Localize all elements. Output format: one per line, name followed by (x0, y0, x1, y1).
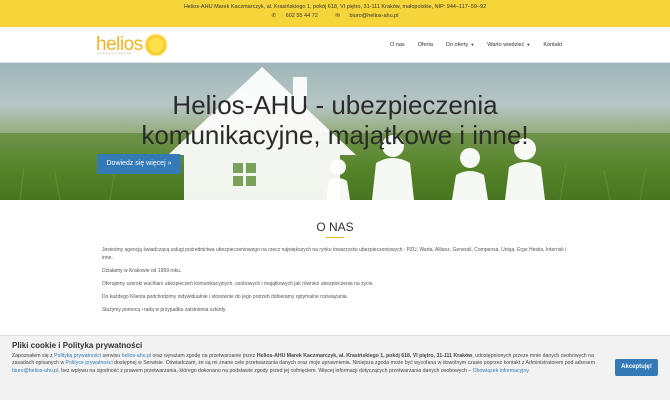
logo-subtext: ubezpieczenia (97, 51, 132, 55)
cookie-text-part: oraz wyrażam zgodę na przetwarzanie prze… (151, 353, 257, 359)
menu-item-kontakt[interactable]: Kontakt (543, 42, 562, 48)
top-info-bar: Helios-AHU Marek Kaczmarczyk, al. Krasiń… (0, 0, 670, 27)
main-menu: O nas Oferta Do oferty ▼ Warto wiedzieć ▼ … (377, 27, 562, 63)
learn-more-button[interactable]: Dowiedz się więcej » (97, 154, 181, 174)
information-obligation-link[interactable]: Obowiązek informacyjny (473, 368, 529, 374)
phone-icon: ✆ (271, 13, 277, 19)
email-contact[interactable]: ✉ biuro@helios-ahu.pl (331, 12, 402, 20)
about-paragraph: Działamy w Krakowie od 1999 roku. (102, 267, 182, 274)
email-address: biuro@helios-ahu.pl (349, 13, 399, 19)
main-navbar: helios ubezpieczenia O nas Oferta Do ofe… (0, 27, 670, 63)
menu-label: Do oferty (445, 42, 469, 48)
title-divider (326, 237, 344, 238)
cookie-title: Pliki cookie i Polityka prywatności (12, 341, 143, 350)
cookie-text-part: Zapoznałem się z (12, 353, 55, 359)
hero-title-line1: Helios-AHU - ubezpieczenia (172, 90, 498, 120)
menu-item-do-oferty[interactable]: Do oferty ▼ (446, 42, 474, 48)
privacy-policy-link-2[interactable]: Polityce prywatności (66, 360, 113, 366)
about-paragraph: Do każdego Klienta podchodzimy indywidua… (102, 293, 348, 300)
section-title-o-nas: O NAS (316, 220, 354, 234)
caret-down-icon: ▼ (470, 42, 475, 47)
hero-title-line2: komunikacyjne, majątkowe i inne! (141, 120, 529, 150)
caret-down-icon: ▼ (526, 42, 531, 47)
hero-title: Helios-AHU - ubezpieczenia komunikacyjne… (96, 90, 574, 150)
company-address: Helios-AHU Marek Kaczmarczyk, al. Krasiń… (183, 4, 487, 10)
phone-number: 602 55 44 72 (285, 13, 318, 19)
menu-label: Kontakt (543, 42, 562, 48)
envelope-icon: ✉ (335, 13, 340, 19)
about-paragraph: Służymy pomocą i radą w przypadku zaistn… (102, 306, 227, 313)
about-paragraph: Oferujemy szeroki wachlarz ubezpieczeń k… (102, 280, 374, 287)
menu-item-warto-wiedziec[interactable]: Warto wiedzieć ▼ (487, 42, 530, 48)
logo[interactable]: helios ubezpieczenia (96, 33, 166, 57)
menu-item-o-nas[interactable]: O nas (390, 42, 405, 48)
cookie-text-part: serwisu (101, 353, 122, 359)
sun-icon (145, 35, 166, 55)
hero-banner: Helios-AHU - ubezpieczenia komunikacyjne… (0, 63, 670, 200)
menu-label: Oferta (417, 42, 433, 48)
accept-cookies-button[interactable]: Akceptuję! (615, 359, 658, 376)
about-content: Jesteśmy agencją świadczącą usługi pośre… (102, 247, 570, 320)
cookie-text-part: . (528, 367, 530, 374)
menu-label: O nas (390, 42, 405, 48)
privacy-policy-link[interactable]: Polityką prywatności (54, 353, 101, 359)
company-name-bold: Helios-AHU Marek Kaczmarczyk, al. Krasiń… (256, 353, 473, 359)
cookie-text: Zapoznałem się z Polityką prywatności se… (12, 353, 612, 375)
menu-label: Warto wiedzieć (487, 42, 525, 48)
site-link[interactable]: helios-ahu.pl (122, 353, 151, 359)
cookie-banner: Pliki cookie i Polityka prywatności Zapo… (0, 335, 670, 400)
about-paragraph: Jesteśmy agencją świadczącą usługi pośre… (102, 247, 567, 261)
phone-contact[interactable]: ✆ 602 55 44 72 (268, 12, 322, 20)
email-link[interactable]: biuro@helios-ahu.pl (12, 368, 58, 374)
menu-item-oferta[interactable]: Oferta (418, 42, 433, 48)
cookie-text-part: , bez wpływu na zgodność z prawem przetw… (58, 367, 473, 374)
cookie-text-part: dostępnej w Serwisie. Oświadczam, że są … (112, 360, 596, 367)
